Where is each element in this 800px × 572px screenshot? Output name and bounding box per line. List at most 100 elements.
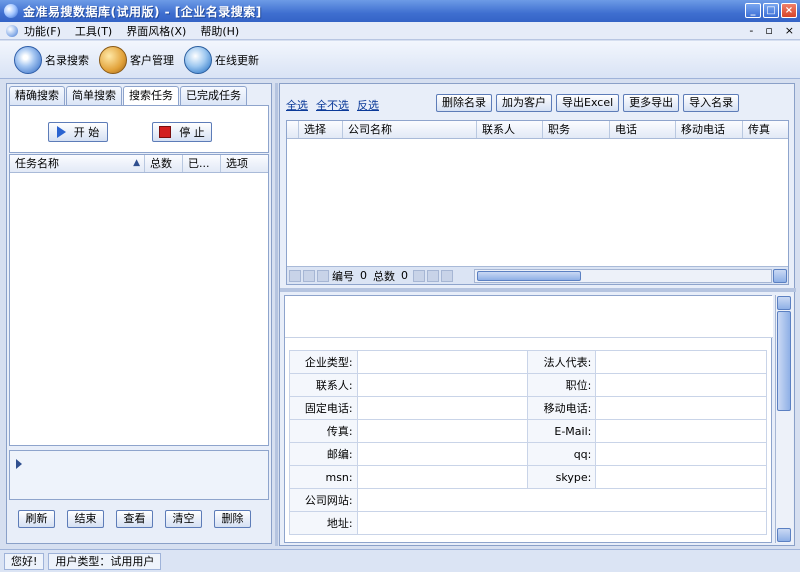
task-controls: 开 始 停 止 <box>9 105 269 153</box>
select-all-link[interactable]: 全选 <box>286 97 308 113</box>
menu-style[interactable]: 界面风格(X) <box>126 23 186 39</box>
log-area <box>9 450 269 500</box>
scroll-up-button[interactable] <box>777 296 791 310</box>
value-fax <box>356 419 529 443</box>
value-msn <box>356 465 529 489</box>
close-button[interactable]: × <box>781 3 797 18</box>
col-phone[interactable]: 电话 <box>610 121 676 138</box>
vertical-scrollbar[interactable] <box>775 295 793 543</box>
results-grid-header: 选择 公司名称 联系人 职务 电话 移动电话 传真 <box>287 121 788 139</box>
value-postcode <box>356 442 529 466</box>
right-panel: 全选 全不选 反选 删除名录 加为客户 导出Excel 更多导出 导入名录 选择… <box>279 83 796 546</box>
client-management-label: 客户管理 <box>130 53 174 67</box>
task-buttons: 刷新 结束 查看 清空 删除 <box>18 510 251 528</box>
value-skype <box>595 465 767 489</box>
clear-button[interactable]: 清空 <box>165 510 202 528</box>
value-phone <box>356 396 529 420</box>
record-value: 0 <box>360 269 367 282</box>
expand-icon[interactable] <box>16 459 22 469</box>
stop-button[interactable]: 停 止 <box>152 122 212 142</box>
end-button[interactable]: 结束 <box>67 510 104 528</box>
vertical-splitter[interactable] <box>275 83 278 546</box>
more-export-button[interactable]: 更多导出 <box>623 94 680 112</box>
company-detail-form: 企业类型: 法人代表: 联系人: 职位: 固定电话: 移动电话: 传真: E-M… <box>289 350 768 535</box>
select-none-link[interactable]: 全不选 <box>316 97 349 113</box>
form-row: 地址: <box>289 511 768 535</box>
start-button[interactable]: 开 始 <box>48 122 108 142</box>
value-address <box>356 511 768 535</box>
scroll-right-button[interactable] <box>773 269 787 283</box>
label-address: 地址: <box>289 511 358 535</box>
mdi-close-button[interactable]: × <box>785 24 794 37</box>
form-row: 联系人: 职位: <box>289 373 767 397</box>
online-update-label: 在线更新 <box>215 53 259 67</box>
label-contact: 联系人: <box>289 373 358 397</box>
form-row: 固定电话: 移动电话: <box>289 396 767 420</box>
invert-selection-link[interactable]: 反选 <box>357 97 379 113</box>
value-email <box>595 419 767 443</box>
add-client-button[interactable]: 加为客户 <box>496 94 552 112</box>
horizontal-scrollbar[interactable] <box>474 269 772 283</box>
col-select[interactable]: 选择 <box>299 121 343 138</box>
app-icon <box>4 4 18 18</box>
col-fax[interactable]: 传真 <box>743 121 783 138</box>
scroll-down-button[interactable] <box>777 528 791 542</box>
prev-record-button[interactable] <box>317 269 329 282</box>
online-update-button[interactable]: 在线更新 <box>184 45 259 74</box>
form-row: msn: skype: <box>289 465 767 489</box>
next-record-button[interactable] <box>413 269 425 282</box>
col-contact[interactable]: 联系人 <box>477 121 543 138</box>
search-directory-button[interactable]: 名录搜索 <box>14 45 89 74</box>
horizontal-scroll-thumb[interactable] <box>477 271 581 281</box>
horizontal-splitter[interactable] <box>280 288 796 292</box>
task-list-header: 任务名称 ▲ 总数 已... 选项 <box>10 155 268 173</box>
import-entries-button[interactable]: 导入名录 <box>683 94 740 112</box>
maximize-button[interactable]: □ <box>763 3 779 18</box>
menu-app-icon[interactable] <box>6 24 18 37</box>
col-task-name[interactable]: 任务名称 ▲ <box>10 155 145 172</box>
refresh-button[interactable]: 刷新 <box>18 510 55 528</box>
col-options[interactable]: 选项 <box>221 155 268 172</box>
col-position[interactable]: 职务 <box>543 121 610 138</box>
stop-label: 停 止 <box>179 126 205 139</box>
mdi-minimize-button[interactable]: - <box>749 24 753 37</box>
tab-simple-search[interactable]: 简单搜索 <box>66 86 122 105</box>
label-website: 公司网站: <box>289 488 358 512</box>
first-record-button[interactable] <box>289 269 301 282</box>
left-panel: 精确搜索 简单搜索 搜索任务 已完成任务 开 始 停 止 任务名称 ▲ 总数 已… <box>6 83 272 544</box>
view-button[interactable]: 查看 <box>116 510 153 528</box>
tab-completed-tasks[interactable]: 已完成任务 <box>180 86 247 105</box>
task-list: 任务名称 ▲ 总数 已... 选项 <box>9 154 269 446</box>
menu-help[interactable]: 帮助(H) <box>200 23 239 39</box>
col-company-name[interactable]: 公司名称 <box>343 121 477 138</box>
minimize-button[interactable]: _ <box>745 3 761 18</box>
export-excel-button[interactable]: 导出Excel <box>556 94 620 112</box>
form-row: 公司网站: <box>289 488 768 512</box>
client-management-button[interactable]: 客户管理 <box>99 45 174 74</box>
col-done[interactable]: 已... <box>183 155 221 172</box>
vertical-scroll-thumb[interactable] <box>777 311 791 411</box>
last-record-button[interactable] <box>441 269 453 282</box>
label-position: 职位: <box>527 373 597 397</box>
users-icon <box>99 45 127 74</box>
window-title: 金准易搜数据库(试用版) - [企业名录搜索] <box>23 4 262 19</box>
row-selector-header <box>287 121 299 138</box>
next-page-button[interactable] <box>427 269 439 282</box>
detail-blank-area <box>285 296 773 338</box>
col-total[interactable]: 总数 <box>145 155 183 172</box>
menu-function[interactable]: 功能(F) <box>24 23 61 39</box>
menu-tools[interactable]: 工具(T) <box>75 23 112 39</box>
mdi-restore-button[interactable]: ▫ <box>765 24 772 37</box>
record-label: 编号 <box>332 269 354 283</box>
delete-button[interactable]: 删除 <box>214 510 251 528</box>
col-mobile[interactable]: 移动电话 <box>676 121 743 138</box>
action-buttons: 删除名录 加为客户 导出Excel 更多导出 导入名录 <box>436 94 740 112</box>
search-directory-label: 名录搜索 <box>45 53 89 67</box>
search-tabs: 精确搜索 简单搜索 搜索任务 已完成任务 <box>9 86 248 106</box>
value-legal-rep <box>595 350 767 374</box>
tab-search-tasks[interactable]: 搜索任务 <box>123 86 179 106</box>
total-label: 总数 <box>373 269 395 283</box>
prev-page-button[interactable] <box>303 269 315 282</box>
tab-precise-search[interactable]: 精确搜索 <box>9 86 65 105</box>
delete-entries-button[interactable]: 删除名录 <box>436 94 492 112</box>
